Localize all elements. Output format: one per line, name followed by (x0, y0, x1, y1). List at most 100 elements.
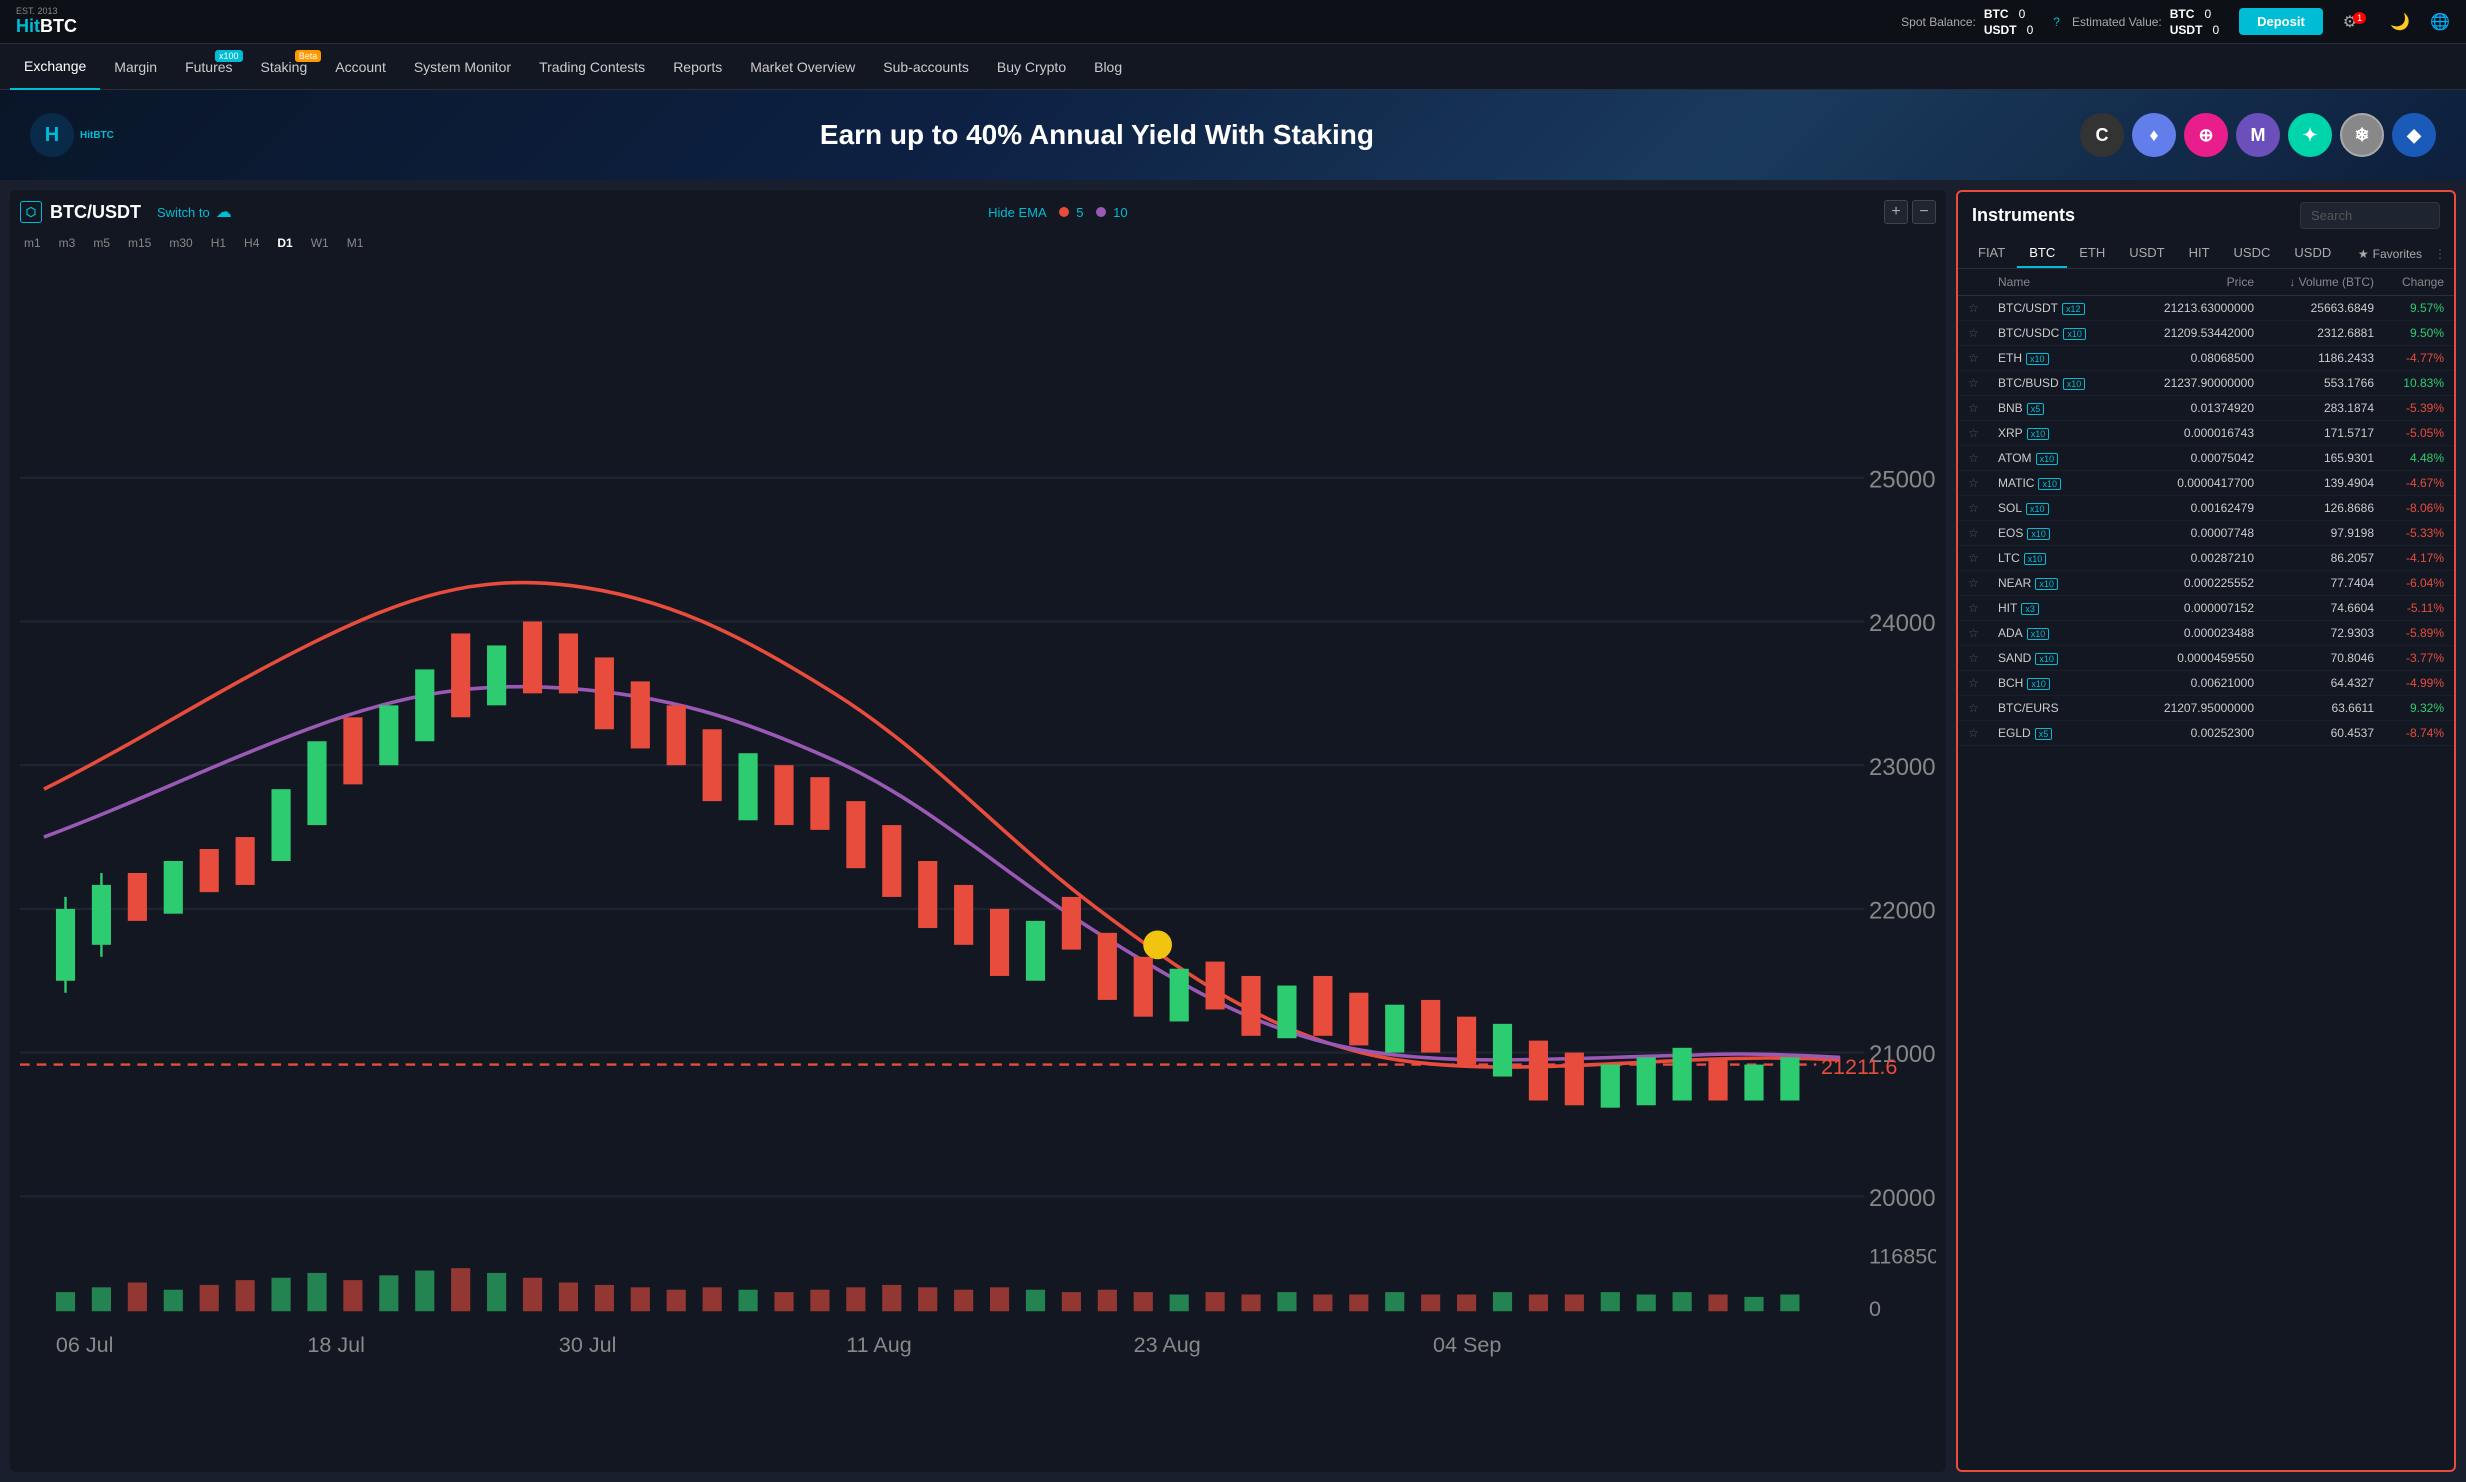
tf-w1[interactable]: W1 (307, 234, 333, 252)
logo-btc: BTC (40, 16, 77, 36)
star-icon[interactable]: ☆ (1968, 676, 1998, 690)
nav-buy-crypto[interactable]: Buy Crypto (983, 44, 1080, 90)
nav-futures[interactable]: Futures x100 (171, 44, 246, 90)
nav-blog[interactable]: Blog (1080, 44, 1136, 90)
star-icon[interactable]: ☆ (1968, 501, 1998, 515)
table-row[interactable]: ☆ SOLx10 0.00162479 126.8686 -8.06% (1958, 496, 2454, 521)
star-icon[interactable]: ☆ (1968, 401, 1998, 415)
star-icon[interactable]: ☆ (1968, 476, 1998, 490)
tf-h4[interactable]: H4 (240, 234, 263, 252)
globe-icon[interactable]: 🌐 (2430, 12, 2450, 32)
pair-badge: x5 (2035, 728, 2053, 740)
pair-badge: x10 (2035, 653, 2058, 665)
table-row[interactable]: ☆ EOSx10 0.00007748 97.9198 -5.33% (1958, 521, 2454, 546)
price-value: 0.0000417700 (2134, 476, 2254, 490)
star-icon[interactable]: ☆ (1968, 651, 1998, 665)
pair-name: BTC/USDTx12 (1998, 301, 2134, 315)
nav-trading-contests[interactable]: Trading Contests (525, 44, 659, 90)
star-icon[interactable]: ☆ (1968, 701, 1998, 715)
star-icon[interactable]: ☆ (1968, 726, 1998, 740)
star-icon[interactable]: ☆ (1968, 351, 1998, 365)
star-icon[interactable]: ☆ (1968, 526, 1998, 540)
nav-margin[interactable]: Margin (100, 44, 171, 90)
star-icon[interactable]: ☆ (1968, 451, 1998, 465)
tf-h1[interactable]: H1 (207, 234, 230, 252)
table-row[interactable]: ☆ BTC/USDTx12 21213.63000000 25663.6849 … (1958, 296, 2454, 321)
star-icon[interactable]: ☆ (1968, 601, 1998, 615)
table-row[interactable]: ☆ NEARx10 0.000225552 77.7404 -6.04% (1958, 571, 2454, 596)
nav-staking[interactable]: Staking Beta (247, 44, 322, 90)
nav-exchange[interactable]: Exchange (10, 44, 100, 90)
table-row[interactable]: ☆ ADAx10 0.000023488 72.9303 -5.89% (1958, 621, 2454, 646)
table-row[interactable]: ☆ LTCx10 0.00287210 86.2057 -4.17% (1958, 546, 2454, 571)
change-value: -5.89% (2374, 626, 2444, 640)
deposit-button[interactable]: Deposit (2239, 8, 2323, 35)
tab-eth[interactable]: ETH (2067, 239, 2117, 268)
star-icon[interactable]: ☆ (1968, 326, 1998, 340)
chart-zoom-in[interactable]: + (1884, 200, 1908, 224)
tab-usdc[interactable]: USDC (2222, 239, 2283, 268)
tf-d1[interactable]: D1 (273, 234, 296, 252)
change-value: -4.67% (2374, 476, 2444, 490)
svg-text:25000: 25000 (1869, 466, 1936, 493)
more-icon[interactable]: ⋮ (2434, 247, 2446, 261)
star-icon[interactable]: ☆ (1968, 376, 1998, 390)
theme-toggle-icon[interactable]: 🌙 (2390, 12, 2410, 32)
search-input[interactable] (2300, 202, 2440, 229)
table-row[interactable]: ☆ ATOMx10 0.00075042 165.9301 4.48% (1958, 446, 2454, 471)
svg-text:0: 0 (1869, 1296, 1881, 1321)
tf-m1[interactable]: m1 (20, 234, 45, 252)
tab-hit[interactable]: HIT (2177, 239, 2222, 268)
table-row[interactable]: ☆ BTC/BUSDx10 21237.90000000 553.1766 10… (1958, 371, 2454, 396)
tab-favorites[interactable]: ★ Favorites ⋮ (2358, 247, 2446, 261)
star-icon[interactable]: ☆ (1968, 576, 1998, 590)
tab-usdd[interactable]: USDD (2282, 239, 2343, 268)
table-row[interactable]: ☆ BTC/EURS 21207.95000000 63.6611 9.32% (1958, 696, 2454, 721)
chart-area: ⬡ BTC/USDT Switch to ☁ Hide EMA 5 10 + (10, 190, 1946, 1472)
star-icon[interactable]: ☆ (1968, 626, 1998, 640)
nav-account[interactable]: Account (321, 44, 400, 90)
nav-market-overview[interactable]: Market Overview (736, 44, 869, 90)
svg-text:18 Jul: 18 Jul (307, 1332, 365, 1357)
tab-fiat[interactable]: FIAT (1966, 239, 2017, 268)
pair-badge: x10 (2027, 428, 2050, 440)
nav-system-monitor[interactable]: System Monitor (400, 44, 525, 90)
table-row[interactable]: ☆ ETHx10 0.08068500 1186.2433 -4.77% (1958, 346, 2454, 371)
switch-to[interactable]: Switch to ☁ (157, 202, 232, 222)
tf-m30[interactable]: m30 (165, 234, 196, 252)
tf-m15[interactable]: m15 (124, 234, 155, 252)
estimated-value-group: ? Estimated Value: BTC 0 USDT 0 (2053, 7, 2219, 37)
pair-name: NEARx10 (1998, 576, 2134, 590)
star-icon[interactable]: ☆ (1968, 301, 1998, 315)
table-row[interactable]: ☆ BTC/USDCx10 21209.53442000 2312.6881 9… (1958, 321, 2454, 346)
nav-reports[interactable]: Reports (659, 44, 736, 90)
table-row[interactable]: ☆ XRPx10 0.000016743 171.5717 -5.05% (1958, 421, 2454, 446)
help-icon[interactable]: ? (2053, 15, 2060, 29)
pair-badge: x10 (2038, 478, 2061, 490)
table-row[interactable]: ☆ HITx3 0.000007152 74.6604 -5.11% (1958, 596, 2454, 621)
switch-to-label: Switch to (157, 205, 210, 220)
price-value: 0.000007152 (2134, 601, 2254, 615)
tf-m5[interactable]: m5 (89, 234, 114, 252)
nav-sub-accounts[interactable]: Sub-accounts (869, 44, 983, 90)
tab-btc[interactable]: BTC (2017, 239, 2067, 268)
chart-zoom-out[interactable]: − (1912, 200, 1936, 224)
table-row[interactable]: ☆ MATICx10 0.0000417700 139.4904 -4.67% (1958, 471, 2454, 496)
change-value: -4.99% (2374, 676, 2444, 690)
star-icon[interactable]: ☆ (1968, 551, 1998, 565)
tab-usdt[interactable]: USDT (2117, 239, 2176, 268)
change-value: 9.50% (2374, 326, 2444, 340)
volume-value: 70.8046 (2254, 651, 2374, 665)
hide-ema-btn[interactable]: Hide EMA (988, 205, 1047, 220)
coin-eth: ♦ (2132, 113, 2176, 157)
settings-icon[interactable]: ⚙1 (2343, 12, 2370, 32)
spot-balance-label: Spot Balance: (1901, 15, 1976, 29)
table-row[interactable]: ☆ BCHx10 0.00621000 64.4327 -4.99% (1958, 671, 2454, 696)
star-icon[interactable]: ☆ (1968, 426, 1998, 440)
table-row[interactable]: ☆ BNBx5 0.01374920 283.1874 -5.39% (1958, 396, 2454, 421)
table-row[interactable]: ☆ SANDx10 0.0000459550 70.8046 -3.77% (1958, 646, 2454, 671)
tf-m3[interactable]: m3 (55, 234, 80, 252)
tf-m1b[interactable]: M1 (343, 234, 368, 252)
spot-balance-values: BTC 0 USDT 0 (1984, 7, 2033, 37)
table-row[interactable]: ☆ EGLDx5 0.00252300 60.4537 -8.74% (1958, 721, 2454, 746)
